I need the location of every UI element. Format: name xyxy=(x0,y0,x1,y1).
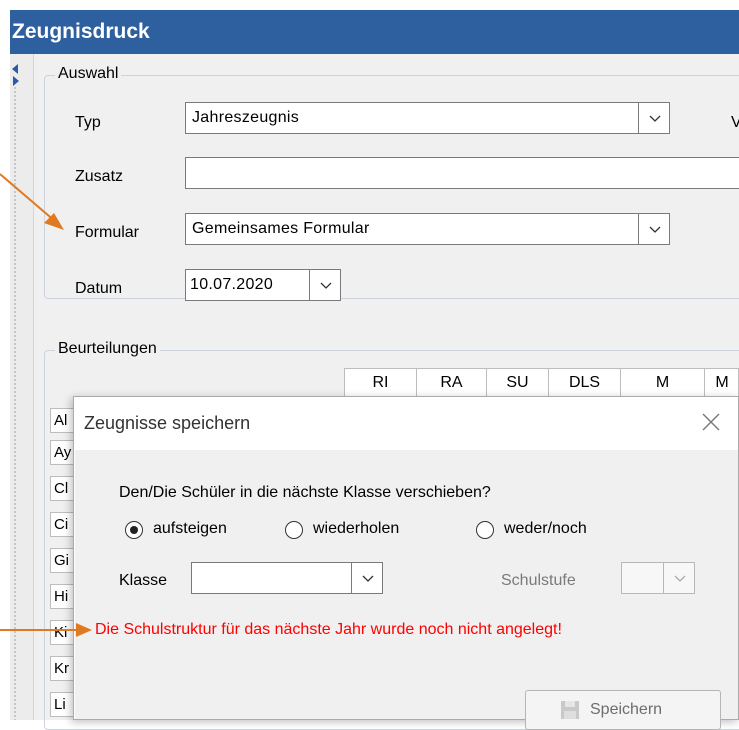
klasse-select[interactable] xyxy=(191,562,383,594)
clipped-label: V xyxy=(731,114,739,131)
radio-wiederholen-label[interactable]: wiederholen xyxy=(313,520,399,538)
schulstufe-label: Schulstufe xyxy=(501,572,576,589)
radio-weder-noch-label[interactable]: weder/noch xyxy=(504,520,587,538)
chevron-down-icon xyxy=(320,282,332,289)
expand-right-icon[interactable] xyxy=(13,76,19,86)
chevron-down-icon xyxy=(362,575,374,582)
dialog-title: Zeugnisse speichern xyxy=(84,413,251,433)
datum-select[interactable]: 10.07.2020 xyxy=(185,269,341,301)
schulstufe-dropdown-button[interactable] xyxy=(663,562,695,594)
formular-label: Formular xyxy=(75,224,140,241)
save-button[interactable]: Speichern xyxy=(525,690,721,730)
zusatz-input[interactable] xyxy=(185,157,739,189)
typ-select[interactable]: Jahreszeugnis xyxy=(185,102,670,134)
save-button-label: Speichern xyxy=(590,701,663,718)
klasse-dropdown-button[interactable] xyxy=(351,562,383,594)
drag-handle[interactable] xyxy=(13,86,17,720)
auswahl-group-title: Auswahl xyxy=(55,65,122,83)
window-title: Zeugnisdruck xyxy=(10,10,739,54)
typ-label: Typ xyxy=(75,114,101,131)
zusatz-label: Zusatz xyxy=(75,168,124,185)
chevron-down-icon xyxy=(674,575,686,582)
radio-aufsteigen-label[interactable]: aufsteigen xyxy=(153,520,227,538)
radio-weder-noch[interactable] xyxy=(476,521,494,539)
datum-label: Datum xyxy=(75,280,123,297)
radio-wiederholen[interactable] xyxy=(285,521,303,539)
dialog-body: Den/Die Schüler in die nächste Klasse ve… xyxy=(75,450,738,730)
dialog-question: Den/Die Schüler in die nächste Klasse ve… xyxy=(119,484,491,501)
floppy-disk-icon xyxy=(561,701,579,719)
error-message: Die Schulstruktur für das nächste Jahr w… xyxy=(95,621,562,638)
formular-select[interactable]: Gemeinsames Formular xyxy=(185,213,670,245)
beurteilungen-group-title: Beurteilungen xyxy=(55,340,160,358)
chevron-down-icon xyxy=(649,115,661,122)
collapse-left-icon[interactable] xyxy=(12,64,18,74)
datum-dropdown-button[interactable] xyxy=(309,269,341,301)
typ-dropdown-button[interactable] xyxy=(638,102,670,134)
typ-select-value: Jahreszeugnis xyxy=(192,109,300,126)
formular-dropdown-button[interactable] xyxy=(638,213,670,245)
side-split-bar[interactable] xyxy=(10,54,34,720)
schulstufe-select[interactable] xyxy=(621,562,695,594)
formular-select-value: Gemeinsames Formular xyxy=(192,220,370,237)
chevron-down-icon xyxy=(649,226,661,233)
klasse-label: Klasse xyxy=(119,572,168,589)
radio-aufsteigen[interactable] xyxy=(125,521,143,539)
datum-select-value: 10.07.2020 xyxy=(190,276,274,293)
close-icon[interactable] xyxy=(700,411,722,433)
save-reports-dialog: Zeugnisse speichern Den/Die Schüler in d… xyxy=(73,396,739,730)
